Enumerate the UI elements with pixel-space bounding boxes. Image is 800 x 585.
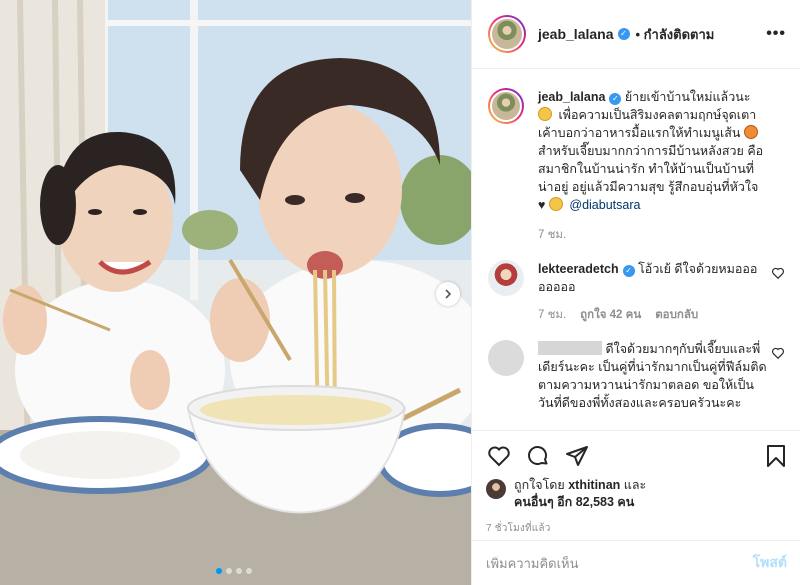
post-side-panel: jeab_lalana ✓ • กำลังติดตาม ••• jeab_lal…	[471, 0, 800, 585]
comment-likes[interactable]: ถูกใจ 42 คน	[580, 306, 641, 324]
mention-link[interactable]: @diabutsara	[569, 198, 640, 212]
share-button[interactable]	[564, 443, 590, 469]
caption-text: jeab_lalana ✓ ย้ายเข้าบ้านใหม่แล้วนะ เพื่…	[538, 88, 767, 214]
like-button[interactable]	[486, 443, 512, 469]
liker-avatar[interactable]	[486, 479, 506, 499]
others-likes-link[interactable]: คนอื่นๆ อีก 82,583 คน	[514, 495, 634, 509]
reply-button[interactable]: ตอบกลับ	[655, 306, 698, 324]
likes-summary: ถูกใจโดย xthitinan และ คนอื่นๆ อีก 82,58…	[486, 477, 789, 511]
chevron-right-icon	[445, 289, 452, 299]
commenter-avatar[interactable]	[488, 260, 524, 296]
commenter-avatar[interactable]	[488, 340, 524, 376]
save-button[interactable]	[763, 443, 789, 469]
smile-emoji-icon	[548, 197, 563, 211]
next-photo-button[interactable]	[436, 282, 460, 306]
caption-username[interactable]: jeab_lalana	[538, 90, 605, 104]
post-photo[interactable]	[0, 0, 471, 585]
comments-list[interactable]: jeab_lalana ✓ ย้ายเข้าบ้านใหม่แล้วนะ เพื่…	[472, 70, 800, 429]
verified-badge-icon: ✓	[609, 93, 622, 105]
photo-illustration	[0, 0, 471, 585]
and-label: และ	[620, 478, 647, 492]
comment-icon	[528, 446, 548, 465]
comment-button[interactable]	[525, 443, 551, 469]
follow-status[interactable]: • กำลังติดตาม	[636, 24, 715, 45]
more-options-icon[interactable]: •••	[766, 25, 786, 43]
comment-text: lekteeradetch ✓ โอ้วเย้ ดีใจด้วยหมอออออออ…	[538, 260, 767, 296]
comment-heart-icon[interactable]	[771, 266, 785, 280]
liked-by-user[interactable]: xthitinan	[568, 478, 620, 492]
caption-line-3: สำหรับเจี๊ยบมากกว่าการมีบ้านหลังสวย คือส…	[538, 144, 764, 194]
caption-line-2: เพื่อความเป็นสิริมงคลตามฤกษ์จุดเตา เค้าบ…	[538, 108, 757, 140]
comment-heart-icon[interactable]	[771, 346, 785, 360]
author-username[interactable]: jeab_lalana	[538, 26, 614, 42]
caption-avatar[interactable]	[488, 88, 524, 124]
comment-text: ดีใจด้วยมากๆกับพี่เจี๊ยบและพี่เดียร์นะคะ…	[538, 340, 767, 412]
comment-item: lekteeradetch ✓ โอ้วเย้ ดีใจด้วยหมอออออออ…	[488, 260, 785, 324]
heart-icon	[488, 446, 510, 467]
post-comment-button[interactable]: โพสต์	[753, 552, 787, 574]
liked-by-label: ถูกใจโดย	[514, 478, 569, 492]
caption-line-1: ย้ายเข้าบ้านใหม่แล้วนะ	[624, 90, 751, 104]
post-header: jeab_lalana ✓ • กำลังติดตาม •••	[472, 0, 800, 69]
commenter-username[interactable]: lekteeradetch	[538, 262, 619, 276]
verified-badge-icon: ✓	[622, 265, 635, 277]
caption-time: 7 ชม.	[538, 229, 567, 241]
post-actions: ถูกใจโดย xthitinan และ คนอื่นๆ อีก 82,58…	[472, 430, 800, 536]
instagram-post-modal: jeab_lalana ✓ • กำลังติดตาม ••• jeab_lal…	[0, 0, 800, 585]
noodle-bowl-emoji-icon	[743, 125, 758, 139]
comment-time: 7 ชม.	[538, 309, 567, 321]
carousel-dot	[236, 568, 242, 574]
comment-input[interactable]	[486, 555, 753, 571]
post-timestamp: 7 ชั่วโมงที่แล้ว	[486, 523, 551, 534]
comment-item: ดีใจด้วยมากๆกับพี่เจี๊ยบและพี่เดียร์นะคะ…	[488, 340, 785, 412]
carousel-dot	[226, 568, 232, 574]
redacted-username	[538, 341, 602, 355]
add-comment-bar: โพสต์	[472, 540, 800, 585]
smile-emoji-icon	[538, 107, 552, 121]
black-heart-emoji-icon: ♥	[538, 198, 546, 212]
verified-badge-icon: ✓	[617, 28, 630, 40]
carousel-dot-active	[216, 568, 222, 574]
carousel-indicator	[216, 568, 252, 574]
author-avatar[interactable]	[488, 15, 526, 53]
carousel-dot	[246, 568, 252, 574]
bookmark-icon	[767, 445, 785, 467]
share-icon	[566, 446, 588, 466]
caption: jeab_lalana ✓ ย้ายเข้าบ้านใหม่แล้วนะ เพื่…	[488, 88, 785, 244]
